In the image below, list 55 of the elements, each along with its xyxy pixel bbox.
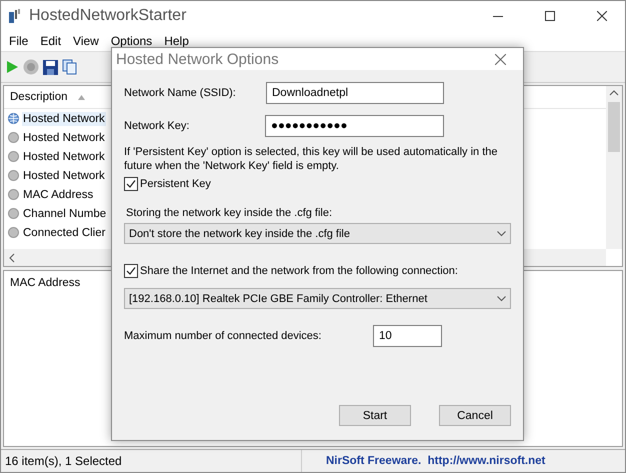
checkmark-icon <box>126 266 136 276</box>
field-label: Network Name (SSID): <box>124 87 237 99</box>
network-app-icon <box>7 8 23 24</box>
help-text: If 'Persistent Key' option is selected, this key will be used automatically in the future when the 'Network Key' field is empty. <box>124 145 498 173</box>
checkbox[interactable] <box>124 177 138 191</box>
scroll-thumb[interactable] <box>608 102 620 152</box>
close-icon <box>494 54 506 64</box>
checkbox[interactable] <box>124 264 138 278</box>
column-title: Description <box>10 91 68 103</box>
close-icon <box>597 11 607 21</box>
status-dot-icon <box>8 170 19 181</box>
list-item[interactable]: Hosted Network <box>22 168 106 182</box>
checkbox-label: Share the Internet and the network from the following connection: <box>140 265 458 277</box>
status-dot-icon <box>8 189 19 200</box>
dialog-button[interactable]: Cancel <box>439 405 511 426</box>
status-dot-icon <box>8 132 19 143</box>
item-count: 16 item(s), 1 Selected <box>1 450 302 472</box>
chevron-down-icon <box>497 230 506 236</box>
ssid-field[interactable]: Downloadnetpl <box>266 82 444 104</box>
list-item[interactable]: Hosted Network <box>22 150 106 164</box>
dialog-title: Hosted Network Options <box>116 50 280 68</box>
status-dot-icon <box>8 151 19 162</box>
field-label: Network Key: <box>124 120 190 132</box>
status-dot-icon <box>8 227 19 238</box>
list-item[interactable]: Channel Numbe <box>22 206 108 220</box>
sort-arrow-icon <box>78 94 85 100</box>
field-label: Maximum number of connected devices: <box>124 330 322 342</box>
checkmark-icon <box>126 179 136 189</box>
copy-icon[interactable] <box>62 59 77 75</box>
details-column-title: MAC Address <box>10 277 80 289</box>
field-label: Storing the network key inside the .cfg file: <box>126 207 334 219</box>
menu-item[interactable]: View <box>67 34 105 48</box>
menu-item[interactable]: Help <box>158 34 195 48</box>
window-title: HostedNetworkStarter <box>29 7 188 25</box>
vertical-scrollbar[interactable] <box>606 86 622 249</box>
menu-item[interactable]: Options <box>104 34 158 48</box>
password-field[interactable]: ●●●●●●●●●●● <box>265 115 444 137</box>
play-icon[interactable] <box>5 60 19 74</box>
list-item[interactable]: Hosted Network <box>22 130 106 144</box>
globe-icon <box>8 113 19 124</box>
credit-link[interactable]: NirSoft Freeware. http://www.nirsoft.net <box>302 450 546 472</box>
chevron-down-icon <box>497 296 506 302</box>
menu-item[interactable]: Edit <box>34 34 68 48</box>
dropdown[interactable]: Don't store the network key inside the .cfg file <box>124 223 511 244</box>
list-item[interactable]: Hosted Network <box>22 112 106 126</box>
menu-item[interactable]: File <box>3 34 34 48</box>
device-count-field[interactable]: 10 <box>373 325 442 347</box>
save-icon[interactable] <box>43 60 58 74</box>
dropdown[interactable]: [192.168.0.10] Realtek PCIe GBE Family Controller: Ethernet <box>124 288 511 309</box>
list-item[interactable]: MAC Address <box>22 188 94 202</box>
dialog-button[interactable]: Start <box>339 405 411 426</box>
maximize-icon <box>545 11 555 21</box>
checkbox-label: Persistent Key <box>140 178 211 190</box>
status-dot-icon <box>8 208 19 219</box>
list-item[interactable]: Connected Clier <box>22 226 106 240</box>
